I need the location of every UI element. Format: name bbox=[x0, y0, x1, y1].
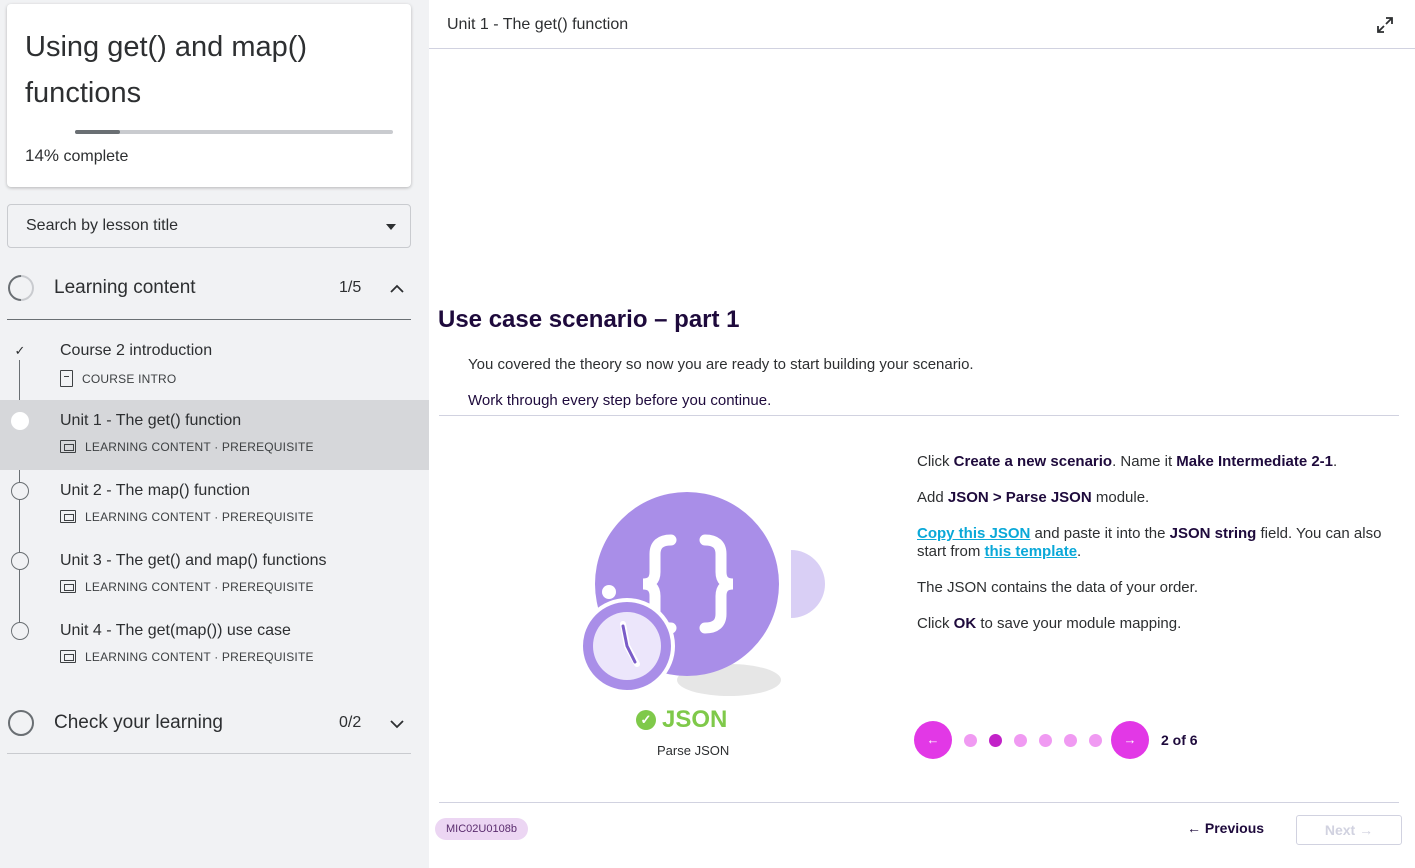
section-count: 0/2 bbox=[339, 714, 362, 731]
chevron-up-icon[interactable] bbox=[389, 281, 405, 297]
lesson-status-dot bbox=[11, 482, 29, 500]
step-5: Click OK to save your module mapping. bbox=[917, 615, 1182, 632]
lesson-item-active[interactable]: Unit 1 - The get() function LEARNING CON… bbox=[0, 400, 429, 470]
lesson-meta: LEARNING CONTENT · PREREQUISITE bbox=[60, 650, 314, 664]
arrow-right-icon: → bbox=[1123, 732, 1137, 747]
presentation-icon bbox=[60, 580, 76, 593]
previous-button[interactable]: ← Previous bbox=[1187, 820, 1264, 836]
course-progress-fill bbox=[75, 130, 120, 134]
presentation-icon bbox=[60, 650, 76, 663]
lesson-status-dot bbox=[11, 412, 29, 430]
lesson-meta-text: LEARNING CONTENT · PREREQUISITE bbox=[85, 580, 314, 594]
lesson-content-panel: Unit 1 - The get() function Use case sce… bbox=[429, 0, 1415, 868]
presentation-icon bbox=[60, 510, 76, 523]
lesson-status-dot bbox=[11, 622, 29, 640]
pager-dot[interactable] bbox=[1089, 734, 1102, 747]
pager-dot[interactable] bbox=[1014, 734, 1027, 747]
step-4: The JSON contains the data of your order… bbox=[917, 579, 1198, 596]
course-title: Using get() and map() functions bbox=[25, 31, 308, 109]
lesson-search-placeholder: Search by lesson title bbox=[26, 217, 179, 234]
step-2: Add JSON > Parse JSON module. bbox=[917, 489, 1150, 506]
intro-text: You covered the theory so now you are re… bbox=[468, 356, 974, 373]
lesson-meta-text: LEARNING CONTENT · PREREQUISITE bbox=[85, 650, 314, 664]
lesson-meta-text: LEARNING CONTENT · PREREQUISITE bbox=[85, 510, 314, 524]
step-3: Copy this JSON and paste it into the JSO… bbox=[917, 525, 1382, 560]
arrow-left-icon: ← bbox=[1187, 820, 1205, 836]
pager-prev-button[interactable]: ← bbox=[914, 721, 952, 759]
lesson-meta-text: COURSE INTRO bbox=[82, 372, 177, 386]
pager-dot-current[interactable] bbox=[989, 734, 1002, 747]
document-icon bbox=[60, 370, 73, 387]
content-topbar: Unit 1 - The get() function bbox=[429, 0, 1415, 49]
section-title: Learning content bbox=[54, 277, 196, 298]
course-progress-text: 14% complete bbox=[25, 146, 128, 166]
step-pager: ← → 2 of 6 bbox=[914, 721, 1234, 761]
progress-percent: 14% bbox=[25, 146, 60, 165]
section-check-your-learning[interactable]: Check your learning 0/2 bbox=[7, 700, 411, 754]
lesson-item[interactable]: Unit 2 - The map() function LEARNING CON… bbox=[0, 470, 429, 540]
step-instructions: Click Create a new scenario. Name it Mak… bbox=[917, 453, 1387, 651]
lesson-meta: LEARNING CONTENT · PREREQUISITE bbox=[60, 580, 314, 594]
pager-next-button[interactable]: → bbox=[1111, 721, 1149, 759]
arrow-left-icon: ← bbox=[926, 732, 940, 747]
template-link[interactable]: this template bbox=[985, 543, 1078, 560]
module-subtitle: Parse JSON bbox=[657, 743, 730, 758]
pager-dot[interactable] bbox=[1064, 734, 1077, 747]
course-sidebar: Using get() and map() functions 14% comp… bbox=[0, 0, 429, 868]
section-count: 1/5 bbox=[339, 279, 362, 296]
pager-dot[interactable] bbox=[964, 734, 977, 747]
lesson-item[interactable]: ✓ Course 2 introduction COURSE INTRO bbox=[0, 330, 429, 400]
section-progress-ring-icon bbox=[8, 710, 34, 736]
lesson-meta: LEARNING CONTENT · PREREQUISITE bbox=[60, 510, 314, 524]
course-progress-bar bbox=[75, 130, 393, 134]
scenario-title: Use case scenario – part 1 bbox=[438, 306, 740, 333]
pager-dot[interactable] bbox=[1039, 734, 1052, 747]
section-title: Check your learning bbox=[54, 712, 223, 733]
section-learning-content[interactable]: Learning content 1/5 bbox=[2, 265, 411, 320]
arrow-right-icon: → bbox=[1355, 822, 1374, 838]
expand-icon[interactable] bbox=[1375, 15, 1395, 35]
unit-title: Unit 1 - The get() function bbox=[447, 16, 629, 33]
dropdown-caret-icon bbox=[386, 224, 396, 230]
chevron-down-icon[interactable] bbox=[389, 716, 405, 732]
divider bbox=[439, 415, 1399, 416]
next-button[interactable]: Next → bbox=[1296, 815, 1402, 845]
check-circle-icon: ✓ bbox=[636, 710, 656, 730]
lesson-item[interactable]: Unit 4 - The get(map()) use case LEARNIN… bbox=[0, 610, 429, 680]
lesson-meta: LEARNING CONTENT · PREREQUISITE bbox=[60, 440, 314, 454]
pager-count: 2 of 6 bbox=[1161, 732, 1198, 748]
module-name: ✓ JSON bbox=[636, 706, 727, 734]
lesson-name: Unit 1 - The get() function bbox=[60, 412, 242, 429]
lesson-meta: COURSE INTRO bbox=[60, 370, 176, 387]
lesson-status-dot bbox=[11, 552, 29, 570]
section-progress-ring-icon bbox=[2, 269, 40, 307]
step-1: Click Create a new scenario. Name it Mak… bbox=[917, 453, 1338, 470]
lesson-name: Unit 2 - The map() function bbox=[60, 482, 251, 499]
lesson-meta-text: LEARNING CONTENT · PREREQUISITE bbox=[85, 440, 314, 454]
lesson-name: Course 2 introduction bbox=[60, 342, 213, 359]
lesson-item[interactable]: Unit 3 - The get() and map() functions L… bbox=[0, 540, 429, 610]
lesson-code-badge: MIC02U0108b bbox=[435, 818, 528, 840]
course-header-card: Using get() and map() functions 14% comp… bbox=[7, 4, 411, 187]
module-name-text: JSON bbox=[662, 706, 728, 733]
copy-json-link[interactable]: Copy this JSON bbox=[917, 525, 1030, 542]
check-icon: ✓ bbox=[14, 343, 26, 358]
lesson-name: Unit 4 - The get(map()) use case bbox=[60, 622, 291, 639]
lesson-search-select[interactable]: Search by lesson title bbox=[7, 204, 411, 248]
divider bbox=[439, 802, 1399, 803]
progress-suffix: complete bbox=[59, 148, 129, 165]
intro-instruction: Work through every step before you conti… bbox=[468, 392, 772, 409]
presentation-icon bbox=[60, 440, 76, 453]
lesson-name: Unit 3 - The get() and map() functions bbox=[60, 552, 327, 569]
